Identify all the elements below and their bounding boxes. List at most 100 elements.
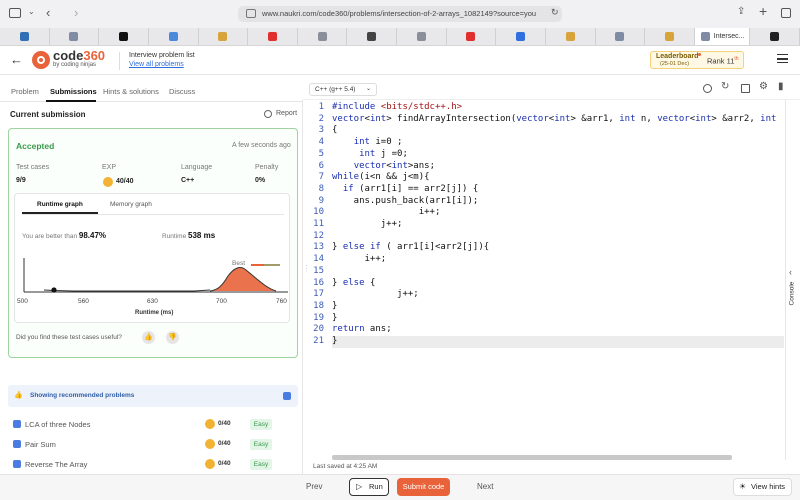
- favicon-icon: [466, 32, 476, 41]
- tab-runtime-graph[interactable]: Runtime graph: [37, 201, 83, 208]
- favicon-icon: [367, 32, 377, 41]
- expand-icon[interactable]: ▮: [778, 81, 784, 92]
- code-line[interactable]: vector<int> findArrayIntersection(vector…: [332, 114, 776, 124]
- report-icon[interactable]: [264, 110, 272, 118]
- browser-tab[interactable]: [596, 28, 646, 45]
- line-number: 20: [313, 324, 324, 335]
- code-line[interactable]: while(i<n && j<m){: [332, 172, 430, 182]
- browser-tab[interactable]: [248, 28, 298, 45]
- code-line[interactable]: return ans;: [332, 324, 392, 334]
- chart-marker-point: [51, 287, 57, 293]
- browser-tab[interactable]: [199, 28, 249, 45]
- code-line[interactable]: int j =0;: [332, 149, 408, 159]
- tab-memory-graph[interactable]: Memory graph: [110, 201, 152, 208]
- line-number: 6: [318, 160, 324, 171]
- share-icon[interactable]: ⇪: [737, 6, 745, 17]
- code-line[interactable]: } else {: [332, 278, 375, 288]
- reader-icon[interactable]: [246, 9, 256, 18]
- browser-tab[interactable]: [546, 28, 596, 45]
- browser-tab[interactable]: [99, 28, 149, 45]
- new-tab-icon[interactable]: +: [759, 3, 767, 19]
- browser-tab[interactable]: [397, 28, 447, 45]
- layout-icon[interactable]: [741, 84, 750, 93]
- code-line[interactable]: int i=0 ;: [332, 137, 403, 147]
- line-number: 13: [313, 242, 324, 253]
- tab-submissions[interactable]: Submissions: [50, 87, 97, 96]
- browser-tab[interactable]: [347, 28, 397, 45]
- chevron-down-icon: ⌄: [365, 86, 371, 92]
- thumbs-down-icon[interactable]: 👎: [166, 331, 179, 344]
- list-item-title[interactable]: Pair Sum: [25, 440, 56, 449]
- brand-sub: by coding ninjas: [53, 62, 97, 68]
- next-button[interactable]: Next: [477, 482, 493, 491]
- back-arrow-icon[interactable]: ←: [10, 52, 23, 67]
- code-line[interactable]: i++;: [332, 254, 387, 264]
- recommended-checkbox[interactable]: [283, 392, 291, 400]
- list-item-icon: [13, 420, 21, 428]
- address-bar[interactable]: www.naukri.com/code360/problems/intersec…: [238, 6, 562, 22]
- panel-splitter[interactable]: [302, 100, 303, 474]
- browser-tab[interactable]: Intersec...: [694, 28, 751, 45]
- code-line[interactable]: if (arr1[i] == arr2[j]) {: [332, 184, 478, 194]
- browser-tab[interactable]: [298, 28, 348, 45]
- reload-icon[interactable]: ↻: [551, 7, 559, 18]
- code-line[interactable]: } else if ( arr1[i]<arr2[j]){: [332, 242, 489, 252]
- language-select[interactable]: C++ (g++ 5.4) ⌄: [309, 83, 377, 96]
- browser-tab[interactable]: [149, 28, 199, 45]
- list-item-exp: 0/40: [218, 460, 231, 467]
- value-exp: 40/40: [116, 178, 134, 185]
- run-button[interactable]: ▷ Run: [349, 478, 389, 496]
- forward-icon[interactable]: ›: [74, 5, 78, 20]
- brand-name[interactable]: code360: [53, 48, 105, 63]
- thumbs-up-small-icon: 👍: [14, 392, 23, 399]
- favicon-icon: [168, 32, 178, 41]
- refresh-icon[interactable]: ↻: [721, 81, 729, 92]
- submit-button[interactable]: Submit code: [397, 478, 450, 496]
- difficulty-badge: Easy: [250, 439, 272, 450]
- active-line-highlight: [332, 336, 784, 348]
- value-language: C++: [181, 177, 195, 184]
- view-all-link[interactable]: View all problems: [129, 61, 184, 68]
- browser-tab[interactable]: [447, 28, 497, 45]
- horizontal-scrollbar[interactable]: [332, 455, 732, 460]
- prev-button[interactable]: Prev: [306, 482, 322, 491]
- timer-icon[interactable]: [703, 84, 712, 93]
- console-chevron-icon[interactable]: ‹: [789, 267, 792, 277]
- console-label[interactable]: Console: [789, 277, 796, 311]
- code-line[interactable]: i++;: [332, 207, 441, 217]
- code-line[interactable]: {: [332, 125, 337, 135]
- code-line[interactable]: vector<int>ans;: [332, 161, 435, 171]
- code-line[interactable]: #include <bits/stdc++.h>: [332, 102, 462, 112]
- tab-hints[interactable]: Hints & solutions: [103, 87, 159, 96]
- browser-tab[interactable]: [0, 28, 50, 45]
- code-line[interactable]: j++;: [332, 289, 419, 299]
- browser-tab[interactable]: [645, 28, 695, 45]
- tab-overview-icon[interactable]: [781, 8, 791, 18]
- sidebar-toggle-icon[interactable]: [9, 8, 21, 18]
- browser-tab[interactable]: [50, 28, 100, 45]
- thumbs-up-icon[interactable]: 👍: [142, 331, 155, 344]
- line-number: 15: [313, 265, 324, 276]
- code-line[interactable]: }: [332, 336, 337, 346]
- code-line[interactable]: ans.push_back(arr1[i]);: [332, 196, 479, 206]
- list-item-title[interactable]: LCA of three Nodes: [25, 420, 90, 429]
- code-line[interactable]: }: [332, 301, 337, 311]
- chart-area-peak: [210, 267, 276, 291]
- browser-tab[interactable]: [496, 28, 546, 45]
- tab-problem[interactable]: Problem: [11, 87, 39, 96]
- report-link[interactable]: Report: [276, 110, 297, 117]
- tab-menu-chevron-icon[interactable]: ⌄: [28, 7, 35, 16]
- status-accepted: Accepted: [16, 141, 55, 151]
- line-number: 21: [313, 336, 324, 346]
- settings-gear-icon[interactable]: ⚙: [759, 81, 768, 92]
- back-icon[interactable]: ‹: [46, 5, 50, 20]
- favicon-icon: [615, 32, 625, 41]
- view-hints-button[interactable]: ☀ View hints: [733, 478, 792, 496]
- code-line[interactable]: }: [332, 313, 337, 323]
- tab-discuss[interactable]: Discuss: [169, 87, 195, 96]
- list-item-title[interactable]: Reverse The Array: [25, 460, 87, 469]
- line-number: 9: [318, 195, 324, 206]
- exp-coin-icon: [103, 177, 113, 187]
- browser-tab[interactable]: [750, 28, 800, 45]
- code-line[interactable]: j++;: [332, 219, 403, 229]
